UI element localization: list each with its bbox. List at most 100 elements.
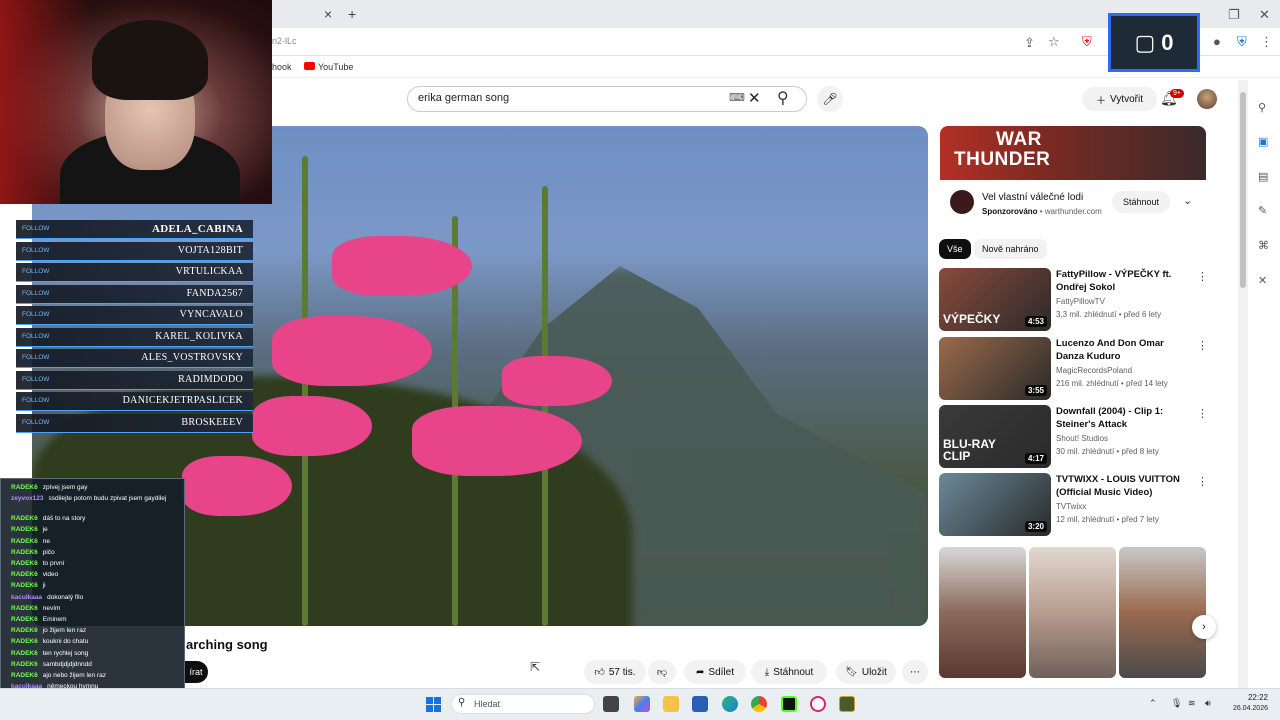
chat-username: RADEK6 [11, 638, 38, 646]
volume-icon[interactable]: 🔊︎ [1205, 698, 1211, 709]
recommendation-item[interactable]: 3:55 Lucenzo And Don Omar Danza Kuduro Mag… [939, 337, 1208, 401]
search-query[interactable]: erika german song [418, 92, 509, 104]
follower-name: FANDA2567 [186, 287, 243, 299]
thumbnail-caption: VÝPEČKY [943, 312, 1001, 326]
recommendation-title[interactable]: Lucenzo And Don Omar Danza Kuduro [1056, 337, 1186, 363]
shorts-next-button[interactable]: › [1192, 615, 1216, 639]
sidebar-edit-icon[interactable]: ✎ [1258, 204, 1267, 217]
ad-banner-logo: WAR THUNDER [954, 130, 1050, 170]
chrome-icon[interactable] [751, 696, 767, 712]
chat-text: zpívej jsem gay [42, 484, 88, 491]
kick-icon[interactable] [781, 696, 797, 712]
new-tab-icon[interactable]: + [348, 6, 356, 22]
chat-text: ajo nebo žijem len raz [42, 672, 106, 679]
ad-title[interactable]: Vel vlastní válečné lodi [982, 192, 1083, 203]
recommendation-title[interactable]: TVTWIXX - LOUIS VUITTON (Official Music … [1056, 473, 1186, 499]
chevron-down-icon[interactable]: ⌄ [1183, 194, 1192, 207]
follower-row: FOLLOW ALES_VOSTROVSKY [16, 349, 253, 368]
duration-badge: 3:55 [1024, 385, 1047, 396]
recommendation-channel[interactable]: Shout! Studios [1056, 434, 1108, 443]
recommendation-item[interactable]: BLU-RAY CLIP 4:17 Downfall (2004) - Clip 1… [939, 405, 1208, 469]
short-thumbnail[interactable] [1119, 547, 1206, 678]
profile-icon[interactable]: ● [1213, 34, 1221, 49]
store-icon[interactable] [692, 696, 708, 712]
extension-shield-icon[interactable]: ⛨ [1082, 34, 1092, 50]
share-button[interactable]: ➦ Sdílet [684, 660, 746, 684]
avatar[interactable] [1197, 89, 1217, 109]
bookmark-facebook[interactable]: hook [272, 62, 292, 72]
url-text[interactable]: n2-lLc [272, 36, 297, 46]
task-view-icon[interactable] [603, 696, 619, 712]
chat-username: RADEK6 [11, 627, 38, 635]
follower-name: BROSKEEEV [181, 416, 243, 428]
chat-text: ten rychlej song [42, 649, 89, 657]
more-vertical-icon[interactable]: ⋮ [1197, 339, 1208, 352]
like-button[interactable]: 👍︎ 57 tis. [584, 660, 646, 684]
install-app-icon[interactable]: ⇪ [1024, 35, 1035, 51]
sidebar-tools-icon[interactable]: ✕ [1258, 274, 1267, 287]
chat-message: RADEK6 ne [11, 538, 181, 546]
bookmark-youtube[interactable]: YouTube [318, 62, 353, 72]
scrollbar-thumb[interactable] [1240, 92, 1246, 288]
save-button[interactable]: 🔖︎ Uložit [836, 660, 896, 684]
edge-icon[interactable] [722, 696, 738, 712]
short-thumbnail[interactable] [1029, 547, 1116, 678]
recommendation-item[interactable]: VÝPEČKY 4:53 FattyPillow - VÝPEČKY ft. Ond… [939, 268, 1208, 332]
follow-tag: FOLLOW [22, 311, 50, 318]
recommendation-thumbnail[interactable]: 3:55 [939, 337, 1051, 400]
follow-tag: FOLLOW [22, 246, 50, 254]
recommendation-title[interactable]: FattyPillow - VÝPEČKY ft. Ondřej Sokol [1056, 268, 1186, 294]
chat-message: RADEK6 koukni do chatu [11, 638, 181, 646]
more-vertical-icon[interactable]: ⋮ [1197, 270, 1208, 283]
clock-date[interactable]: 26.04.2026 [1220, 705, 1268, 712]
recommendation-channel[interactable]: TVTwixx [1056, 502, 1086, 511]
more-vertical-icon[interactable]: ⋮ [1197, 475, 1208, 488]
vpn-shield-icon[interactable]: ⛨ [1237, 34, 1247, 50]
chip-recently-uploaded[interactable]: Nově nahráno [974, 239, 1047, 259]
recommendation-channel[interactable]: MagicRecordsPoland [1056, 366, 1132, 375]
more-actions-button[interactable]: ⋯ [902, 660, 928, 684]
tab-close-icon[interactable]: × [324, 6, 332, 22]
taskbar-search-placeholder[interactable]: Hledat [474, 699, 500, 709]
create-button[interactable]: ＋ Vytvořit [1082, 87, 1157, 111]
voice-search-button[interactable]: 🎤︎ [817, 86, 843, 112]
recommendation-thumbnail[interactable]: 3:20 [939, 473, 1051, 536]
clear-search-icon[interactable]: ✕ [748, 89, 761, 107]
keyboard-icon[interactable]: ⌨ [729, 91, 745, 104]
recommendation-channel[interactable]: FattyPillowTV [1056, 297, 1105, 306]
window-restore-icon[interactable]: ❐ [1228, 7, 1240, 23]
copilot-icon[interactable] [634, 696, 650, 712]
subscribe-button[interactable]: írat [184, 661, 208, 683]
recommendation-title[interactable]: Downfall (2004) - Clip 1: Steiner's Atta… [1056, 405, 1186, 431]
ad-download-button[interactable]: Stáhnout [1112, 191, 1170, 213]
microphone-tray-icon[interactable]: 🎙︎ [1171, 698, 1182, 709]
browser-menu-icon[interactable]: ⋮ [1260, 34, 1273, 50]
flower-stem [302, 156, 308, 626]
windows-start-icon[interactable] [426, 697, 441, 712]
dislike-button[interactable]: 👎︎ [648, 660, 676, 684]
like-count: 57 tis. [608, 666, 636, 678]
recommendation-thumbnail[interactable]: BLU-RAY CLIP 4:17 [939, 405, 1051, 468]
chat-text: dokonalý filo [47, 593, 84, 601]
wifi-icon[interactable]: ≋ [1188, 698, 1196, 709]
search-icon[interactable]: ⚲ [777, 88, 789, 108]
sidebar-document-icon[interactable]: ▤ [1258, 170, 1268, 183]
sidebar-chat-icon[interactable]: ▣ [1258, 135, 1268, 148]
taskbar-search-input[interactable] [451, 694, 595, 714]
more-vertical-icon[interactable]: ⋮ [1197, 407, 1208, 420]
window-close-icon[interactable]: ✕ [1259, 7, 1270, 23]
bookmark-star-icon[interactable]: ☆ [1048, 34, 1060, 50]
sidebar-gamepad-icon[interactable]: ⌘ [1258, 239, 1269, 252]
recommendation-thumbnail[interactable]: VÝPEČKY 4:53 [939, 268, 1051, 331]
tray-expand-icon[interactable]: ⌃ [1149, 698, 1157, 709]
short-thumbnail[interactable] [939, 547, 1026, 678]
clock-time[interactable]: 22:22 [1220, 693, 1268, 702]
recommendation-item[interactable]: 3:20 TVTWIXX - LOUIS VUITTON (Official Mu… [939, 473, 1208, 537]
download-button[interactable]: ⤓ Stáhnout [751, 660, 827, 684]
file-explorer-icon[interactable] [663, 696, 679, 712]
sidebar-search-icon[interactable]: ⚲ [1258, 101, 1266, 114]
game-icon[interactable] [839, 696, 855, 712]
chat-message: RADEK6 Eminem [11, 616, 181, 624]
chip-all[interactable]: Vše [939, 239, 971, 259]
opera-icon[interactable] [810, 696, 826, 712]
